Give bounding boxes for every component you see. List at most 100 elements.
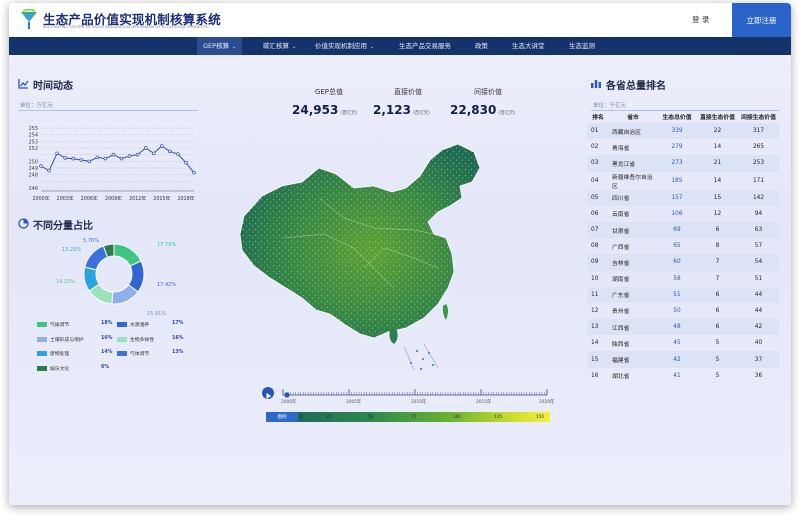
total-value-cell: 41 <box>673 372 681 379</box>
col-header-total: 生态总价值 <box>662 115 692 121</box>
time-panel-unit: 单位：万亿元 <box>20 103 54 109</box>
direct-value-cell: 22 <box>697 123 738 140</box>
table-row[interactable]: 06 云南省 106 12 94 <box>587 206 779 222</box>
nav-item-value-mechanism[interactable]: 价值实现机制应用 ⌄ <box>315 37 374 55</box>
legend-pct: 13% <box>172 350 184 355</box>
timeline-tick: 2010年 <box>411 400 427 405</box>
timeline-slider[interactable] <box>279 385 551 399</box>
app-subtitle: ACCOUNTING SYSTEM OF VALUE REALIZATION M… <box>43 25 208 29</box>
total-value-cell: 65 <box>673 243 681 250</box>
legend-swatch <box>37 337 47 342</box>
nav-item-carbon[interactable]: 碳汇核算 ⌄ <box>263 37 296 55</box>
data-point <box>39 164 43 168</box>
hainan-island <box>389 328 398 344</box>
timeline-tick: 2000年 <box>281 400 297 405</box>
register-button[interactable]: 立即注册 <box>732 3 791 37</box>
rank-cell: 06 <box>591 210 599 217</box>
data-point <box>55 151 59 156</box>
table-row[interactable]: 13 江西省 48 6 42 <box>587 319 779 336</box>
total-value-cell: 42 <box>657 351 697 368</box>
play-button[interactable] <box>262 387 274 399</box>
indirect-value-cell: 54 <box>738 254 779 271</box>
total-value-cell: 185 <box>671 177 683 184</box>
main-nav: GEP核算 ⌄ 碳汇核算 ⌄ 价值实现机制应用 ⌄ 生态产品交易服务 政策 生态大讲堂… <box>9 37 791 55</box>
donut-label: 17.42% <box>157 282 176 288</box>
nav-item-policy[interactable]: 政策 <box>475 37 488 55</box>
rank-cell: 01 <box>587 123 609 140</box>
donut-label: 13.23% <box>62 247 81 253</box>
nav-item-monitor[interactable]: 生态监测 <box>569 37 595 55</box>
time-panel-divider <box>18 110 198 111</box>
indirect-label: 间接价值 <box>474 88 502 96</box>
direct-value-cell: 6 <box>697 319 738 336</box>
table-row[interactable]: 10 湖南省 58 7 51 <box>587 271 779 287</box>
donut-label: 5.76% <box>83 238 99 244</box>
y-tick-label: 254 <box>28 133 38 139</box>
indirect-value: 22,830 (百亿元) <box>450 103 516 117</box>
direct-value-cell: 12 <box>713 210 722 217</box>
total-value-cell: 51 <box>657 286 697 303</box>
province-cell: 贵州省 <box>612 309 630 316</box>
indirect-value-cell: 51 <box>754 275 763 282</box>
direct-value: 2,123 (百亿元) <box>373 103 430 117</box>
indirect-value-cell: 44 <box>738 286 779 303</box>
table-row[interactable]: 05 四川省 157 15 142 <box>587 189 779 206</box>
table-row[interactable]: 08 广西省 65 8 57 <box>587 238 779 254</box>
legend-pct: 6% <box>101 365 110 370</box>
province-cell: 青海省 <box>612 145 630 152</box>
data-point <box>111 152 116 157</box>
colorbar-tick: 100 <box>453 414 461 419</box>
share-panel-title: 不同分量占比 <box>33 221 93 232</box>
timeline-handle[interactable] <box>284 392 290 398</box>
direct-value-cell: 5 <box>697 351 738 368</box>
table-row[interactable]: 12 贵州省 50 6 44 <box>587 303 779 319</box>
col-header-indirect: 间接生态价值 <box>741 115 776 121</box>
donut-label: 17.79% <box>157 242 176 248</box>
province-cell: 甘肃省 <box>609 221 657 239</box>
table-row[interactable]: 01 西藏自治区 339 22 317 <box>587 123 779 140</box>
table-row[interactable]: 07 甘肃省 69 6 63 <box>587 221 779 239</box>
pie-chart-icon <box>18 218 29 229</box>
rank-cell: 12 <box>591 307 599 314</box>
timeline-tick: 2005年 <box>346 400 362 405</box>
table-row[interactable]: 03 黑龙江省 273 21 253 <box>587 155 779 172</box>
legend-pct: 14% <box>101 350 113 355</box>
colorbar-tick: 125 <box>494 414 502 419</box>
x-tick-label: 2012年 <box>129 195 146 202</box>
direct-value-cell: 14 <box>713 144 722 151</box>
table-row[interactable]: 11 广东省 51 6 44 <box>587 286 779 303</box>
table-row[interactable]: 15 福建省 42 5 37 <box>587 351 779 368</box>
nav-item-lecture[interactable]: 生态大讲堂 <box>512 37 545 55</box>
login-link[interactable]: 登 录 <box>692 14 709 25</box>
province-cell: 广东省 <box>609 286 657 303</box>
table-row[interactable]: 04 新疆维吾尔自治区 185 14 171 <box>587 172 779 190</box>
rank-cell: 11 <box>587 286 609 303</box>
rank-cell: 03 <box>587 155 609 172</box>
ranking-unit: 单位：千亿元 <box>593 103 627 109</box>
colorbar-tick: 0 <box>300 414 303 419</box>
table-row[interactable]: 09 吉林省 60 7 54 <box>587 254 779 271</box>
legend-item-gas: 气体调节 <box>117 350 149 357</box>
province-cell: 福建省 <box>609 351 657 368</box>
china-gep-map <box>239 143 481 371</box>
x-tick-label: 2009年 <box>105 195 122 202</box>
indirect-value-cell: 44 <box>754 307 763 314</box>
province-cell: 江西省 <box>609 319 657 336</box>
table-row[interactable]: 02 青海省 279 14 265 <box>587 139 779 155</box>
timeline-tick: 2015年 <box>476 400 492 405</box>
rank-cell: 10 <box>591 275 599 282</box>
data-point <box>79 158 84 162</box>
legend-item-water: 水源涵养 <box>117 321 149 328</box>
table-row[interactable]: 16 湖北省 41 5 36 <box>587 368 779 384</box>
rank-cell: 13 <box>587 319 609 336</box>
nav-item-trade[interactable]: 生态产品交易服务 <box>399 37 451 55</box>
data-point <box>63 156 67 160</box>
province-cell: 黑龙江省 <box>609 155 657 172</box>
nav-item-gep[interactable]: GEP核算 ⌄ <box>197 37 243 55</box>
legend-item-biodiversity: 生物多样性 <box>117 336 154 343</box>
data-point <box>176 152 180 156</box>
gep-series-line <box>40 145 195 174</box>
table-row[interactable]: 14 陕西省 45 5 40 <box>587 335 779 351</box>
indirect-value-cell: 42 <box>738 319 779 336</box>
legend-item-culture: 娱乐文化 <box>37 365 69 372</box>
